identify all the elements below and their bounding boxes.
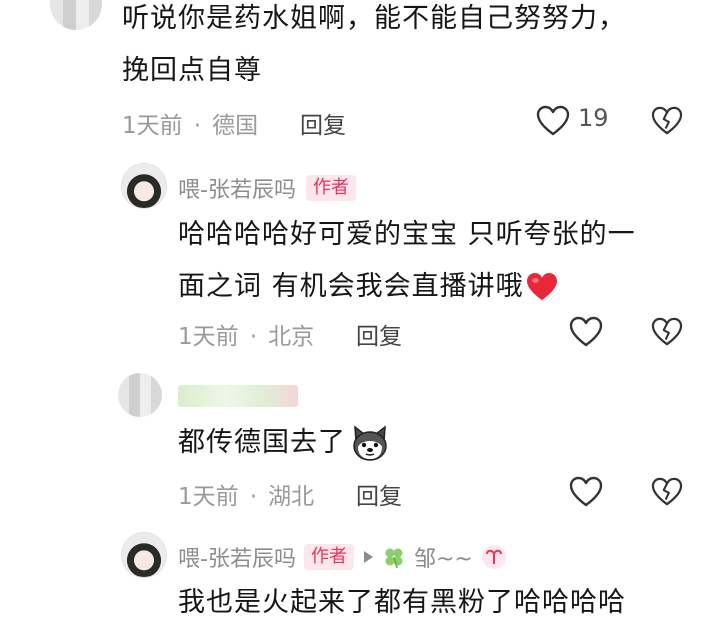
broken-heart-icon[interactable] [651, 106, 683, 136]
reply-meta: 1天前 · 北京 [178, 317, 314, 351]
reply-button[interactable]: 回复 [300, 106, 346, 140]
clover-icon [385, 548, 403, 569]
comment-location: 德国 [212, 113, 259, 139]
comment-meta: 1天前 · 德国 [122, 106, 258, 140]
reply-text: 我也是火起来了都有黑粉了哈哈哈哈 [178, 587, 626, 618]
username-blurred[interactable] [178, 385, 298, 407]
heart-outline-icon[interactable] [569, 476, 603, 508]
author-avatar[interactable] [121, 163, 167, 209]
username[interactable]: 喂-张若辰吗 [178, 172, 296, 204]
heart-outline-icon[interactable] [569, 316, 603, 348]
comment-time: 1天前 [122, 113, 183, 139]
reply-text-line: 都传德国去了 [178, 420, 390, 465]
username-row: 喂-张若辰吗 作者 [178, 172, 356, 204]
reply-location: 湖北 [268, 484, 315, 510]
red-heart-emoji [526, 272, 557, 300]
author-badge: 作者 [303, 544, 354, 570]
reply-meta: 1天前 · 湖北 [178, 477, 314, 511]
avatar[interactable] [118, 373, 162, 417]
author-badge: 作者 [305, 175, 356, 201]
comment-text: 听说你是药水姐啊，能不能自己努努力， [122, 3, 626, 34]
reply-time: 1天前 [178, 324, 239, 350]
broken-heart-icon[interactable] [651, 317, 683, 347]
husky-emoji [353, 424, 387, 461]
reply-location: 北京 [268, 324, 315, 350]
reply-text: 都传德国去了 [178, 427, 346, 458]
meta-separator: · [249, 324, 258, 350]
like-count: 19 [578, 104, 609, 132]
heart-outline-icon [536, 105, 570, 136]
reply-button[interactable]: 回复 [356, 477, 402, 511]
comment-text: 挽回点自尊 [122, 55, 262, 86]
reply-text-line: 面之词 有机会我会直播讲哦 [178, 264, 558, 309]
reply-text: 面之词 有机会我会直播讲哦 [178, 271, 524, 302]
reply-to-username[interactable]: 邹~~ [414, 541, 473, 573]
author-avatar[interactable] [121, 532, 167, 578]
play-arrow-icon [363, 551, 373, 563]
avatar[interactable] [50, 0, 102, 30]
like-button[interactable]: 19 [536, 104, 626, 138]
reply-time: 1天前 [178, 484, 239, 510]
reply-button[interactable]: 回复 [356, 317, 402, 351]
aries-icon [481, 545, 506, 569]
username-row: 喂-张若辰吗 作者 邹~~ [178, 541, 507, 573]
meta-separator: · [249, 484, 258, 510]
username[interactable]: 喂-张若辰吗 [178, 541, 296, 573]
meta-separator: · [193, 113, 202, 139]
broken-heart-icon[interactable] [651, 477, 683, 507]
reply-text: 哈哈哈哈好可爱的宝宝 只听夸张的一 [178, 219, 636, 250]
